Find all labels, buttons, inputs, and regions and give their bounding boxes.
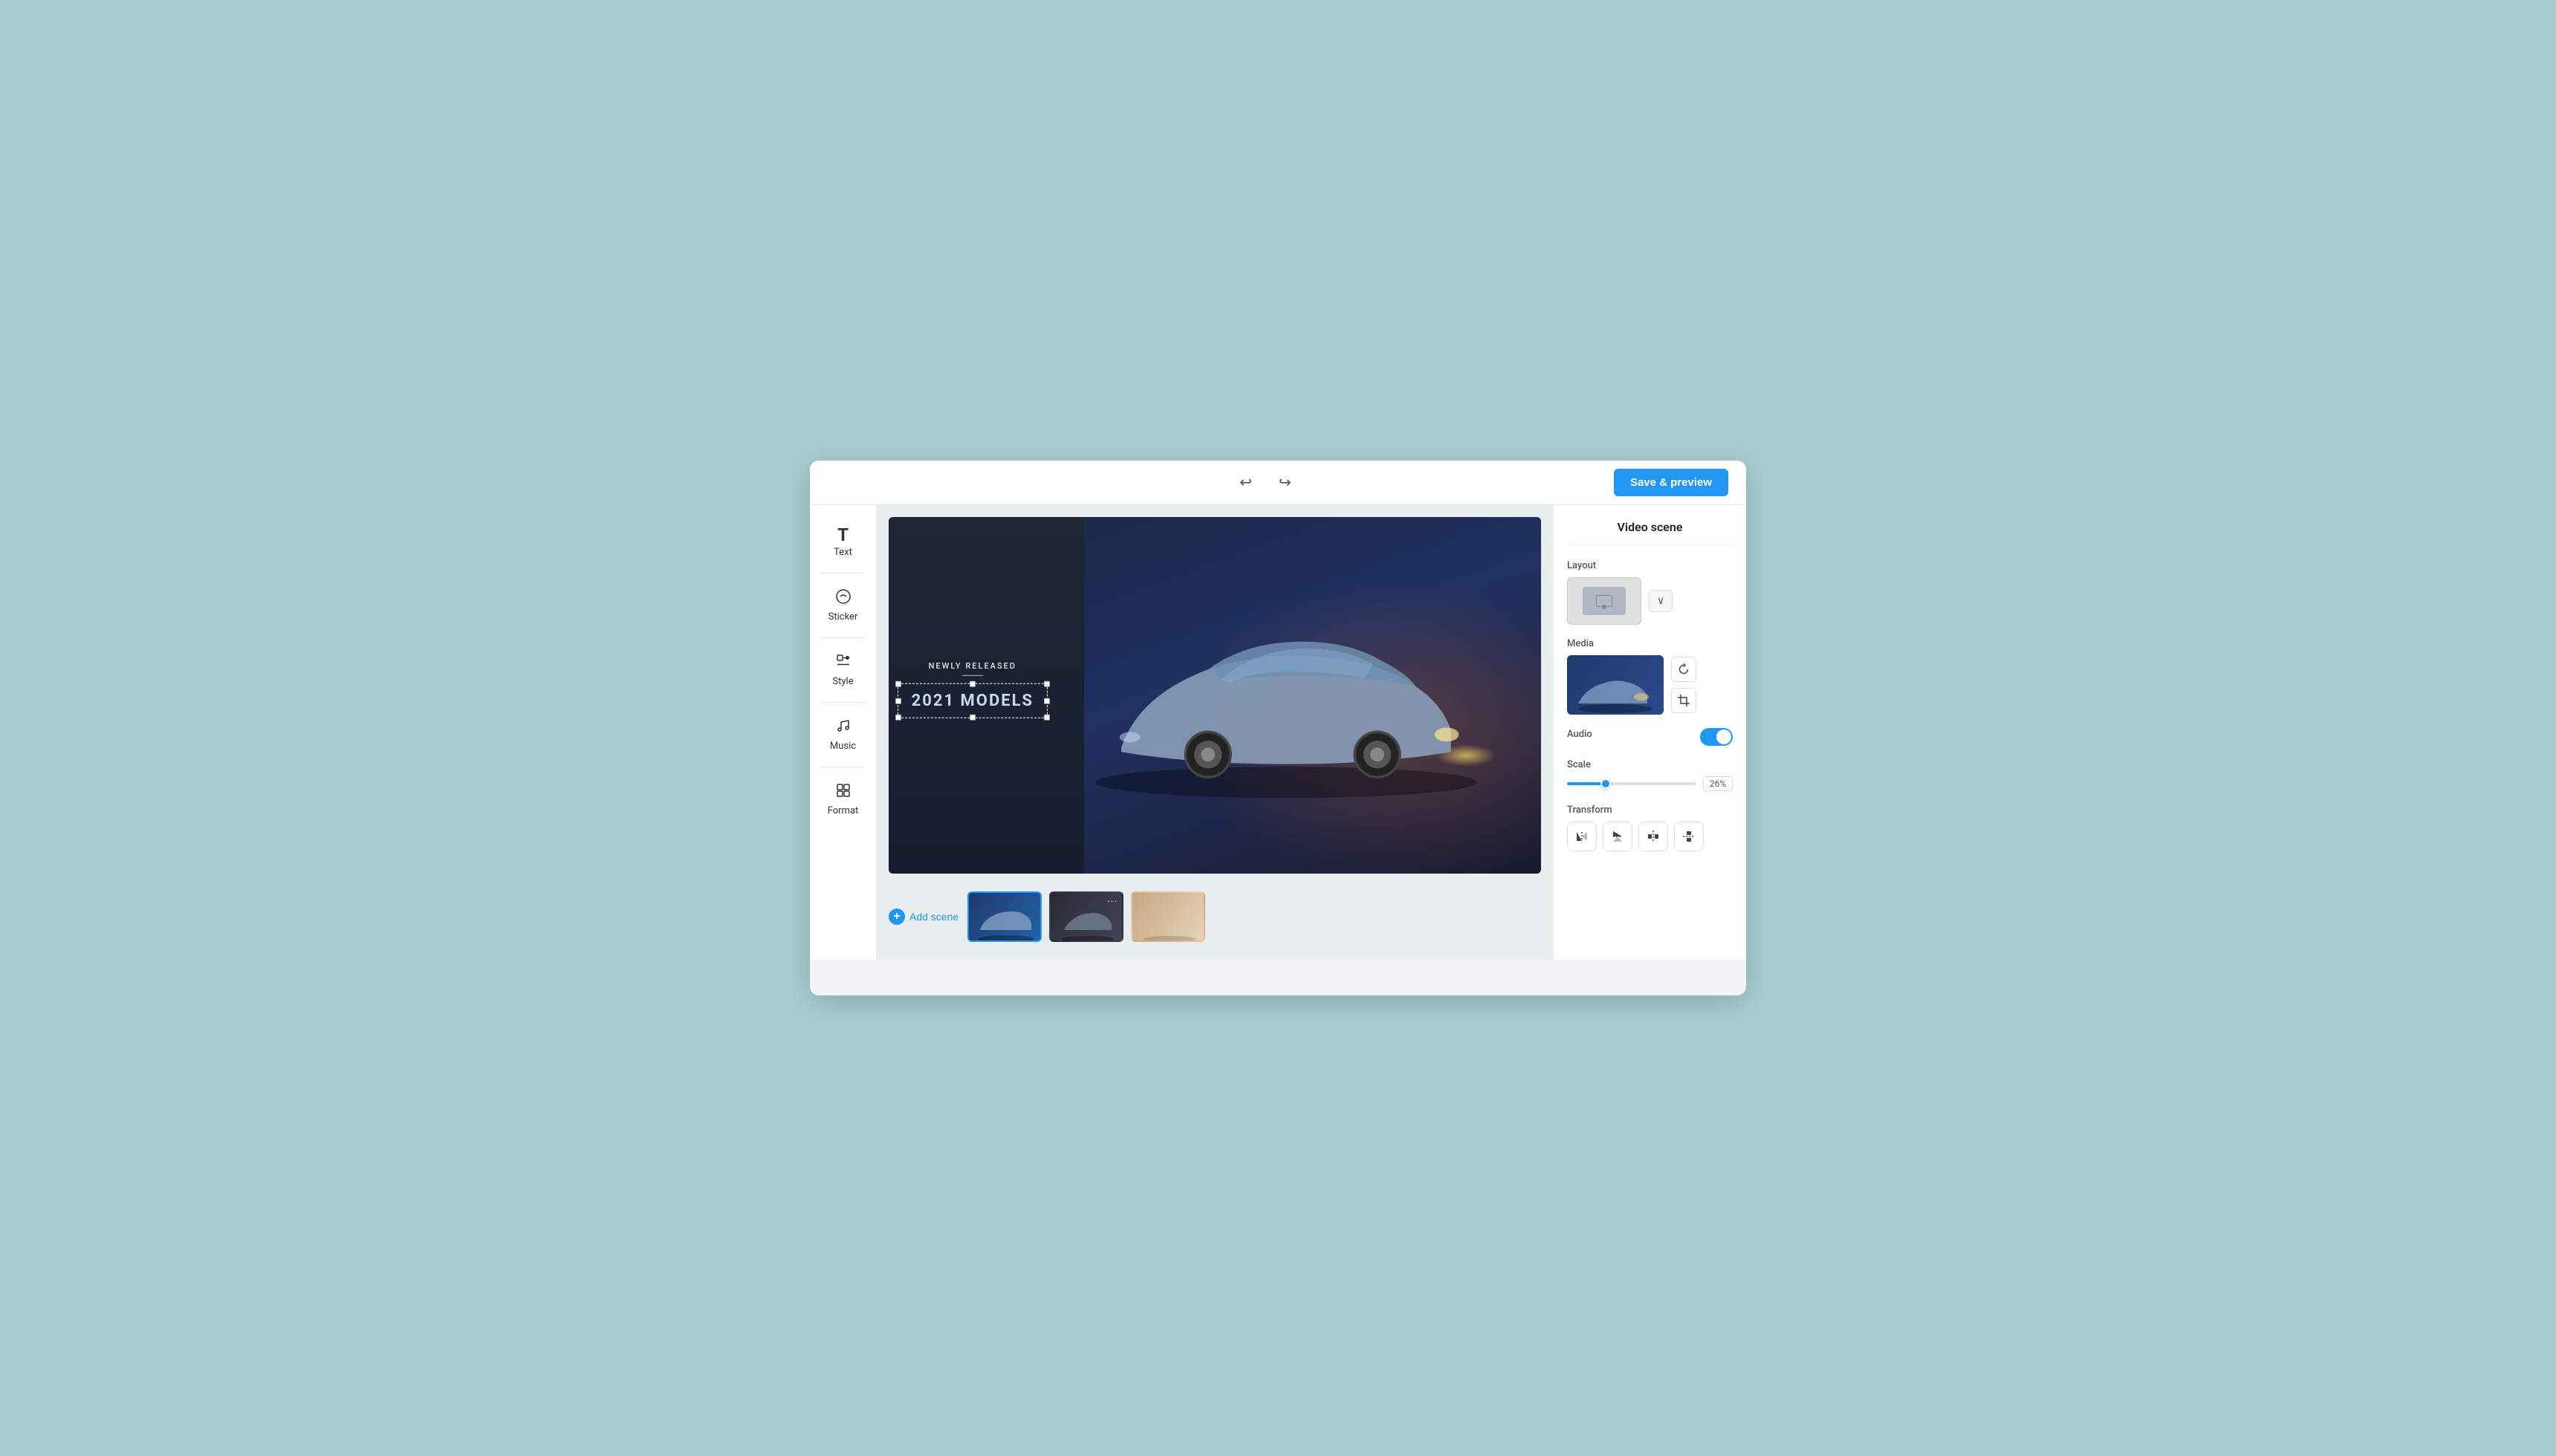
main-layout: T Text Sticker: [810, 505, 1746, 960]
crop-icon: [1677, 694, 1690, 707]
sidebar-item-sticker[interactable]: Sticker: [814, 579, 873, 631]
thumb-dots-2: ···: [1107, 896, 1118, 908]
sidebar-item-format-label: Format: [828, 805, 859, 816]
media-actions: [1671, 657, 1696, 713]
music-icon: [835, 718, 852, 738]
media-row: [1567, 655, 1733, 715]
scene-thumb-2[interactable]: ···: [1049, 891, 1123, 942]
scale-slider[interactable]: [1567, 782, 1696, 785]
left-sidebar: T Text Sticker: [810, 505, 877, 960]
right-panel: Video scene Layout ∨ Media: [1553, 505, 1746, 960]
sidebar-divider-3: [821, 702, 866, 703]
save-preview-button[interactable]: Save & preview: [1614, 469, 1728, 496]
format-icon: [835, 782, 852, 802]
align-middle-icon: [1681, 829, 1696, 844]
audio-section: Audio: [1567, 728, 1733, 746]
media-refresh-button[interactable]: [1671, 657, 1696, 682]
sidebar-item-text[interactable]: T Text: [814, 517, 873, 567]
redo-button[interactable]: ↪: [1273, 470, 1297, 495]
transform-section: Transform: [1567, 805, 1733, 851]
handle-ml[interactable]: [895, 698, 901, 703]
scene-thumb-1[interactable]: [967, 891, 1042, 942]
media-crop-button[interactable]: [1671, 688, 1696, 713]
panel-title: Video scene: [1567, 520, 1733, 545]
sidebar-item-style[interactable]: Style: [814, 644, 873, 696]
app-container: ↩ ↪ Save & preview T Text Sticker: [810, 461, 1746, 995]
align-center-icon: [1646, 829, 1661, 844]
layout-label: Layout: [1567, 560, 1733, 571]
newly-released-label: NEWLY RELEASED: [898, 661, 1048, 671]
layout-section: Layout ∨: [1567, 560, 1733, 625]
add-scene-button[interactable]: + Add scene: [889, 909, 958, 925]
flip-v-icon: [1610, 829, 1625, 844]
scale-section: Scale 26%: [1567, 759, 1733, 791]
scene-thumbnails: ···: [967, 891, 1205, 942]
newly-line: [962, 675, 983, 676]
car-svg: [1069, 579, 1503, 829]
layout-row: ∨: [1567, 577, 1733, 625]
thumb-car-svg-3: [1132, 893, 1205, 942]
bottom-strip: + Add scene ···: [889, 885, 1541, 948]
center-content: NEWLY RELEASED 2021 MODELS: [877, 505, 1553, 960]
scale-row: 26%: [1567, 776, 1733, 791]
handle-tl[interactable]: [895, 681, 901, 687]
canvas-car-visual: [1084, 517, 1541, 874]
flip-h-icon: [1574, 829, 1589, 844]
audio-label: Audio: [1567, 729, 1592, 740]
thumb-car-svg-1: [969, 893, 1042, 942]
transform-align-middle-button[interactable]: [1674, 822, 1704, 851]
sidebar-item-format[interactable]: Format: [814, 773, 873, 825]
sidebar-item-music[interactable]: Music: [814, 709, 873, 761]
transform-row: [1567, 822, 1733, 851]
overlay-text-area: NEWLY RELEASED 2021 MODELS: [898, 661, 1048, 718]
handle-mr[interactable]: [1044, 698, 1050, 703]
sidebar-item-sticker-label: Sticker: [828, 611, 858, 623]
text-icon: T: [837, 526, 849, 544]
media-section: Media: [1567, 638, 1733, 715]
handle-bl[interactable]: [895, 715, 901, 721]
style-icon: [835, 653, 852, 673]
handle-br[interactable]: [1044, 715, 1050, 721]
sidebar-item-style-label: Style: [832, 676, 853, 687]
sidebar-item-text-label: Text: [834, 547, 852, 558]
scale-thumb[interactable]: [1600, 779, 1611, 789]
add-scene-label: Add scene: [909, 911, 958, 923]
header: ↩ ↪ Save & preview: [810, 461, 1746, 505]
refresh-icon: [1677, 663, 1690, 676]
layout-thumbnail[interactable]: [1567, 577, 1641, 625]
scale-value: 26%: [1703, 776, 1733, 791]
transform-flip-h-button[interactable]: [1567, 822, 1597, 851]
sidebar-item-music-label: Music: [830, 741, 856, 752]
transform-flip-v-button[interactable]: [1603, 822, 1632, 851]
transform-align-center-button[interactable]: [1638, 822, 1668, 851]
handle-tm[interactable]: [970, 681, 976, 687]
models-text: 2021 MODELS: [912, 692, 1034, 710]
scale-label: Scale: [1567, 759, 1733, 770]
audio-toggle[interactable]: [1700, 728, 1733, 746]
handle-tr[interactable]: [1044, 681, 1050, 687]
sticker-icon: [835, 588, 852, 608]
layout-thumb-inner: [1583, 587, 1626, 614]
handle-bm[interactable]: [970, 715, 976, 721]
selected-text-box[interactable]: 2021 MODELS: [898, 683, 1048, 718]
sidebar-divider-2: [821, 637, 866, 638]
scene-thumb-3[interactable]: [1131, 891, 1205, 942]
add-scene-icon: +: [889, 909, 905, 925]
layout-dropdown[interactable]: ∨: [1649, 590, 1673, 612]
media-thumbnail: [1567, 655, 1664, 715]
transform-label: Transform: [1567, 805, 1733, 816]
undo-button[interactable]: ↩: [1233, 470, 1258, 495]
header-center: ↩ ↪: [1233, 470, 1297, 495]
media-label: Media: [1567, 638, 1733, 649]
media-thumb-svg: [1567, 655, 1664, 715]
video-canvas: NEWLY RELEASED 2021 MODELS: [889, 517, 1541, 874]
